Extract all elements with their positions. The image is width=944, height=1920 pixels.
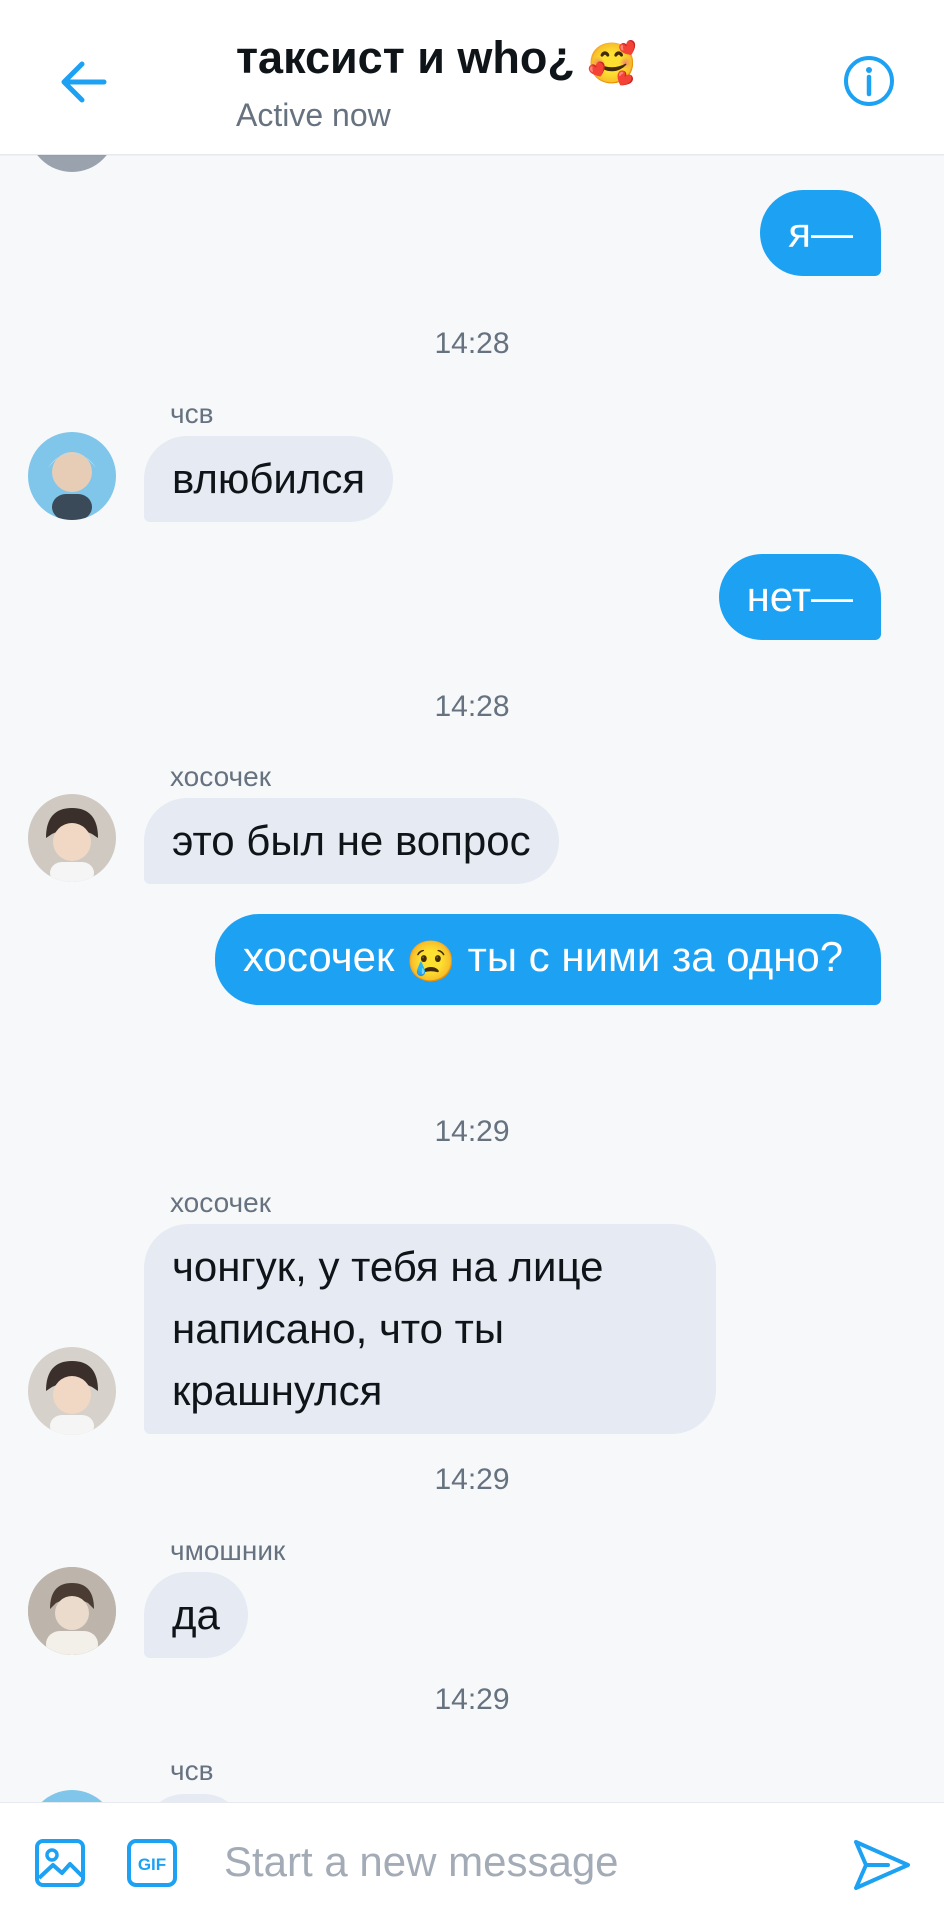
message-bubble-outgoing[interactable]: хосочек 😢 ты с ними за одно? xyxy=(215,914,881,1005)
conversation-info-button[interactable] xyxy=(840,52,898,110)
image-icon xyxy=(35,1839,85,1887)
message-bubble-outgoing[interactable]: я— xyxy=(760,190,881,276)
message-list[interactable]: я— 14:28 чсв влюбился нет— 14:28 хосочек xyxy=(0,154,944,1802)
info-circle-icon xyxy=(844,56,894,106)
smiling-hearts-emoji: 🥰 xyxy=(587,42,638,86)
dm-conversation-screen: таксист и who¿ 🥰 Active now я— 14:28 чсв xyxy=(0,0,944,1920)
message-bubble-incoming[interactable]: влюбился xyxy=(144,436,394,522)
send-icon xyxy=(854,1840,910,1890)
message-bubble-incoming[interactable]: это был не вопрос xyxy=(144,798,559,884)
conversation-title-text: таксист и who¿ xyxy=(236,32,575,83)
message-bubble-incoming[interactable]: чонгук, у тебя на лице написано, что ты … xyxy=(144,1224,716,1434)
sender-name: чмошник xyxy=(170,1535,286,1566)
avatar[interactable] xyxy=(28,154,116,172)
sender-name: хосочек xyxy=(170,1187,271,1218)
send-button[interactable] xyxy=(850,1833,914,1897)
message-text-part: хосочек xyxy=(243,933,395,980)
message-text-part: ты с ними за одно? xyxy=(467,933,844,980)
crying-face-emoji: 😢 xyxy=(406,940,456,984)
gif-label: GIF xyxy=(138,1855,166,1874)
conversation-title: таксист и who¿ 🥰 xyxy=(236,28,637,94)
message-composer: GIF xyxy=(0,1802,944,1920)
sender-name: чсв xyxy=(170,398,214,429)
back-button[interactable] xyxy=(52,50,116,114)
arrow-left-icon xyxy=(61,61,107,103)
message-bubble-incoming[interactable] xyxy=(144,1794,244,1802)
message-timestamp: 14:29 xyxy=(434,1463,510,1496)
conversation-title-block[interactable]: таксист и who¿ 🥰 Active now xyxy=(236,28,637,134)
avatar[interactable] xyxy=(28,794,116,882)
gif-icon: GIF xyxy=(127,1839,177,1887)
conversation-header: таксист и who¿ 🥰 Active now xyxy=(0,0,944,155)
avatar[interactable] xyxy=(28,432,116,520)
avatar[interactable] xyxy=(28,1347,116,1435)
message-bubble-outgoing[interactable]: нет— xyxy=(718,554,881,640)
sender-name: хосочек xyxy=(170,761,271,792)
add-image-button[interactable] xyxy=(32,1835,88,1891)
message-bubble-incoming[interactable]: да xyxy=(144,1572,248,1658)
sender-name: чсв xyxy=(170,1755,214,1786)
avatar[interactable] xyxy=(28,1567,116,1655)
message-timestamp: 14:28 xyxy=(434,690,510,723)
message-timestamp: 14:28 xyxy=(434,327,510,360)
active-status: Active now xyxy=(236,97,391,133)
avatar[interactable] xyxy=(28,1790,116,1802)
message-timestamp: 14:29 xyxy=(434,1115,510,1148)
add-gif-button[interactable]: GIF xyxy=(124,1835,180,1891)
message-input[interactable] xyxy=(212,1825,812,1899)
message-timestamp: 14:29 xyxy=(434,1683,510,1716)
